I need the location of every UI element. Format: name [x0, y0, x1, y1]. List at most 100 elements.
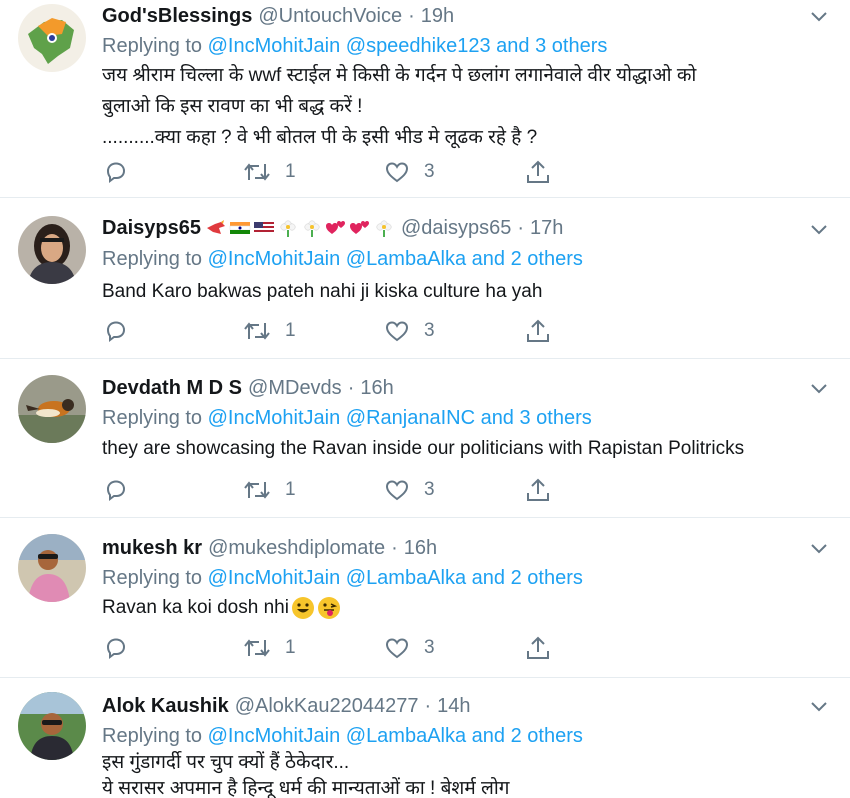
- reply-button[interactable]: [104, 316, 142, 346]
- like-count: 3: [424, 637, 435, 658]
- share-button[interactable]: [525, 633, 551, 663]
- display-name[interactable]: Alok Kaushik: [102, 694, 229, 718]
- reply-mentions[interactable]: @IncMohitJain @LambaAlka and 2 others: [208, 725, 583, 747]
- replying-to-label: Replying to: [102, 725, 203, 747]
- tweet[interactable]: Daisyps65 @daisyps65 · 17h Replying to @…: [0, 198, 850, 359]
- tweet-text: Band Karo bakwas pateh nahi ji kiska cul…: [102, 276, 542, 307]
- display-name[interactable]: Daisyps65: [102, 216, 201, 240]
- replying-to-label: Replying to: [102, 35, 203, 57]
- timestamp[interactable]: 14h: [437, 694, 470, 718]
- tweet-actions: 1 3: [102, 316, 562, 346]
- reply-button[interactable]: [104, 633, 142, 663]
- tweet[interactable]: God'sBlessings @UntouchVoice · 19h Reply…: [0, 0, 850, 198]
- separator-dot: ·: [424, 695, 432, 717]
- bird-emoji: [206, 220, 225, 234]
- chevron-down-icon[interactable]: [808, 6, 830, 28]
- reply-mentions[interactable]: @IncMohitJain @LambaAlka and 2 others: [208, 248, 583, 270]
- grinning-face-emoji: [291, 596, 314, 619]
- chevron-down-icon[interactable]: [808, 378, 830, 400]
- replying-to-label: Replying to: [102, 407, 203, 429]
- display-name[interactable]: God'sBlessings: [102, 4, 252, 28]
- reply-icon: [104, 636, 128, 660]
- heart-icon: [384, 636, 410, 660]
- replying-to: Replying to @IncMohitJain @speedhike123 …: [102, 34, 607, 58]
- tweet-actions: 1 3: [102, 633, 562, 663]
- avatar[interactable]: [18, 4, 86, 72]
- share-icon: [525, 477, 551, 503]
- timestamp[interactable]: 17h: [530, 216, 563, 240]
- tweet-text-line: जय श्रीराम चिल्ला के wwf स्टाईल मे किसी …: [102, 65, 697, 86]
- reply-icon: [104, 319, 128, 343]
- avatar-image: [18, 375, 86, 443]
- share-icon: [525, 318, 551, 344]
- retweet-button[interactable]: 1: [243, 157, 296, 187]
- avatar-image: [18, 4, 86, 72]
- reply-mentions[interactable]: @IncMohitJain @speedhike123 and 3 others: [208, 35, 608, 57]
- avatar[interactable]: [18, 216, 86, 284]
- retweet-count: 1: [285, 637, 296, 658]
- tweet-actions: 1 3: [102, 475, 562, 505]
- like-button[interactable]: 3: [384, 157, 435, 187]
- tweet-header: mukesh kr @mukeshdiplomate · 16h: [102, 536, 437, 560]
- retweet-icon: [243, 319, 271, 343]
- share-button[interactable]: [525, 157, 551, 187]
- reply-mentions[interactable]: @IncMohitJain @LambaAlka and 2 others: [208, 567, 583, 589]
- retweet-button[interactable]: 1: [243, 475, 296, 505]
- user-handle[interactable]: @UntouchVoice: [258, 4, 402, 28]
- avatar-image: [18, 692, 86, 760]
- us-flag-emoji: [253, 222, 274, 234]
- reply-button[interactable]: [104, 157, 142, 187]
- share-button[interactable]: [525, 316, 551, 346]
- retweet-icon: [243, 478, 271, 502]
- heart-icon: [384, 478, 410, 502]
- tweet-text-line: इस गुंडागर्दी पर चुप क्यों हैं ठेकेदार..…: [102, 752, 350, 773]
- display-name[interactable]: Devdath M D S: [102, 376, 242, 400]
- replying-to: Replying to @IncMohitJain @RanjanaINC an…: [102, 406, 592, 430]
- tweet-text: they are showcasing the Ravan inside our…: [102, 433, 744, 464]
- retweet-button[interactable]: 1: [243, 633, 296, 663]
- retweet-button[interactable]: 1: [243, 316, 296, 346]
- flower-emoji: [376, 220, 392, 237]
- timestamp[interactable]: 16h: [360, 376, 393, 400]
- like-button[interactable]: 3: [384, 475, 435, 505]
- retweet-count: 1: [285, 320, 296, 341]
- tweet-text-line: ..........क्या कहा ? वे भी बोतल पी के इस…: [102, 127, 538, 148]
- retweet-count: 1: [285, 161, 296, 182]
- tweet[interactable]: mukesh kr @mukeshdiplomate · 16h Replyin…: [0, 518, 850, 678]
- user-handle[interactable]: @mukeshdiplomate: [208, 536, 385, 560]
- avatar[interactable]: [18, 534, 86, 602]
- user-handle[interactable]: @AlokKau22044277: [235, 694, 419, 718]
- tweet-text: इस गुंडागर्दी पर चुप क्यों हैं ठेकेदार..…: [102, 750, 510, 798]
- avatar[interactable]: [18, 375, 86, 443]
- replying-to: Replying to @IncMohitJain @LambaAlka and…: [102, 724, 583, 748]
- timestamp[interactable]: 19h: [421, 4, 454, 28]
- like-count: 3: [424, 479, 435, 500]
- replying-to: Replying to @IncMohitJain @LambaAlka and…: [102, 247, 583, 271]
- tweet-header: God'sBlessings @UntouchVoice · 19h: [102, 4, 454, 28]
- user-handle[interactable]: @daisyps65: [401, 216, 511, 240]
- chevron-down-icon[interactable]: [808, 219, 830, 241]
- display-name[interactable]: mukesh kr: [102, 536, 202, 560]
- replying-to-label: Replying to: [102, 248, 203, 270]
- reply-button[interactable]: [104, 475, 142, 505]
- reply-icon: [104, 160, 128, 184]
- like-button[interactable]: 3: [384, 633, 435, 663]
- avatar[interactable]: [18, 692, 86, 760]
- reply-mentions[interactable]: @IncMohitJain @RanjanaINC and 3 others: [208, 407, 592, 429]
- tweet-header: Daisyps65 @daisyps65 · 17h: [102, 216, 563, 240]
- flower-emoji: [280, 220, 296, 237]
- like-button[interactable]: 3: [384, 316, 435, 346]
- replying-to: Replying to @IncMohitJain @LambaAlka and…: [102, 566, 583, 590]
- share-button[interactable]: [525, 475, 551, 505]
- tweet[interactable]: Devdath M D S @MDevds · 16h Replying to …: [0, 359, 850, 518]
- share-icon: [525, 159, 551, 185]
- tweet[interactable]: Alok Kaushik @AlokKau22044277 · 14h Repl…: [0, 678, 850, 798]
- replying-to-label: Replying to: [102, 567, 203, 589]
- chevron-down-icon[interactable]: [808, 696, 830, 718]
- timestamp[interactable]: 16h: [404, 536, 437, 560]
- user-handle[interactable]: @MDevds: [248, 376, 342, 400]
- avatar-image: [18, 216, 86, 284]
- two-hearts-emoji: [325, 221, 345, 234]
- chevron-down-icon[interactable]: [808, 538, 830, 560]
- avatar-image: [18, 534, 86, 602]
